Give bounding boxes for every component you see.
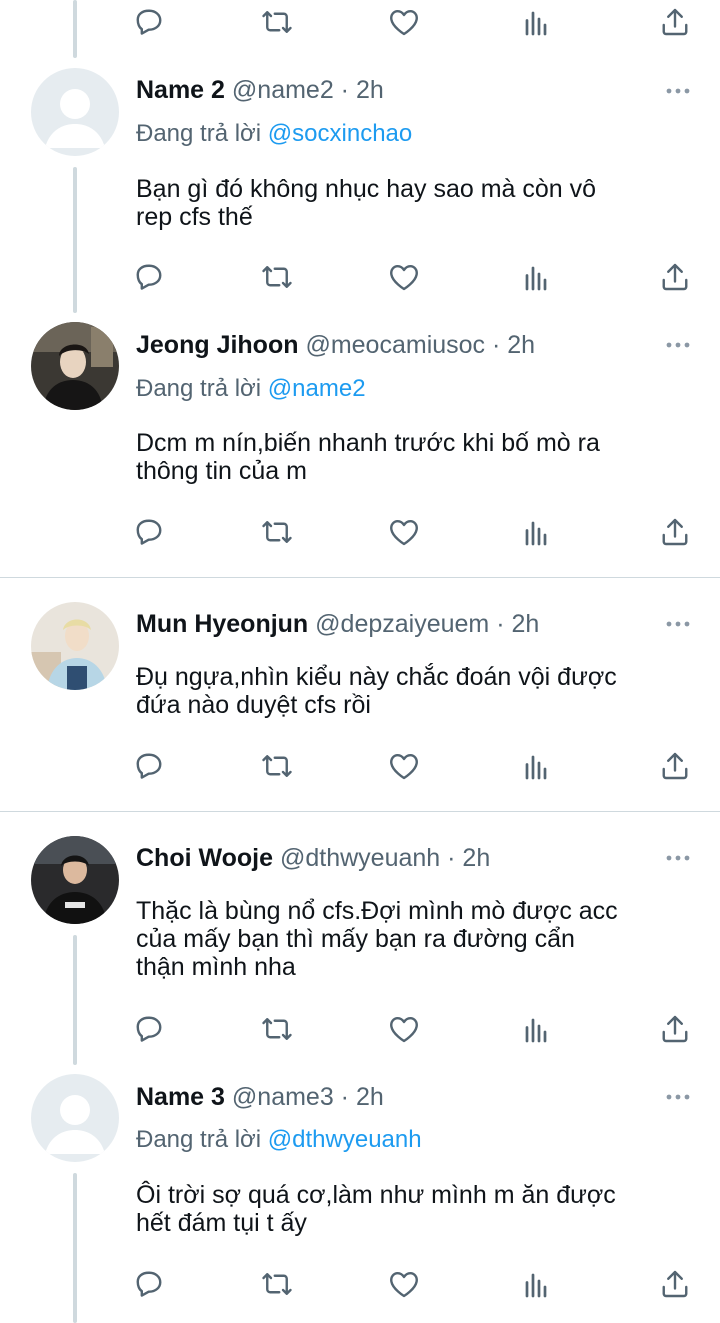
tweet-header: Name 3 @name3 · 2h [136, 1082, 384, 1112]
separator: · [485, 331, 508, 359]
share-icon[interactable] [657, 1266, 693, 1302]
tweet-text: Dcm m nín,biến nhanh trước khi bố mò ra … [136, 429, 600, 485]
tweet-actions [0, 748, 720, 784]
replying-to: Đang trả lời @dthwyeuanh [136, 1125, 422, 1155]
avatar[interactable] [31, 68, 119, 156]
like-icon[interactable] [386, 748, 422, 784]
share-icon[interactable] [657, 259, 693, 295]
tweet-text: Ôi trời sợ quá cơ,làm như mình m ăn được… [136, 1181, 616, 1237]
timestamp[interactable]: 2h [507, 331, 535, 359]
retweet-icon[interactable] [259, 748, 295, 784]
tweet-header: Jeong Jihoon @meocamiusoc · 2h [136, 330, 535, 360]
tweet-header: Name 2 @name2 · 2h [136, 75, 384, 105]
display-name[interactable]: Name 2 [136, 76, 225, 104]
reply-icon[interactable] [131, 514, 167, 550]
separator: · [489, 610, 512, 638]
tweet-header: Mun Hyeonjun @depzaiyeuem · 2h [136, 609, 539, 639]
tweet-actions [0, 1011, 720, 1047]
default-avatar-icon [31, 1074, 119, 1162]
tweet-actions [0, 4, 720, 40]
user-handle[interactable]: @dthwyeuanh [280, 844, 440, 872]
like-icon[interactable] [386, 4, 422, 40]
retweet-icon[interactable] [259, 1011, 295, 1047]
share-icon[interactable] [657, 1011, 693, 1047]
tweet-text: Bạn gì đó không nhục hay sao mà còn vô r… [136, 175, 597, 231]
mention-link[interactable]: @dthwyeuanh [268, 1126, 422, 1153]
avatar[interactable] [31, 322, 119, 410]
analytics-icon[interactable] [518, 748, 554, 784]
timestamp[interactable]: 2h [511, 610, 539, 638]
analytics-icon[interactable] [518, 4, 554, 40]
user-handle[interactable]: @meocamiusoc [305, 331, 485, 359]
replying-to-label: Đang trả lời [136, 1126, 268, 1153]
share-icon[interactable] [657, 748, 693, 784]
tweet-actions [0, 1266, 720, 1302]
profile-photo [31, 836, 119, 924]
analytics-icon[interactable] [518, 259, 554, 295]
timestamp[interactable]: 2h [356, 1083, 384, 1111]
like-icon[interactable] [386, 1011, 422, 1047]
retweet-icon[interactable] [259, 514, 295, 550]
tweet-text: Thặc là bùng nổ cfs.Đợi mình mò được acc… [136, 897, 618, 981]
replying-to: Đang trả lời @name2 [136, 374, 366, 404]
retweet-icon[interactable] [259, 1266, 295, 1302]
more-options-icon[interactable] [664, 1092, 692, 1102]
display-name[interactable]: Name 3 [136, 1083, 225, 1111]
display-name[interactable]: Jeong Jihoon [136, 331, 299, 359]
avatar[interactable] [31, 836, 119, 924]
profile-photo [31, 602, 119, 690]
replying-to: Đang trả lời @socxinchao [136, 119, 412, 149]
tweet-text: Đụ ngựa,nhìn kiểu này chắc đoán vội được… [136, 663, 617, 719]
separator: · [333, 76, 356, 104]
mention-link[interactable]: @name2 [268, 375, 366, 402]
more-options-icon[interactable] [664, 340, 692, 350]
tweet-header: Choi Wooje @dthwyeuanh · 2h [136, 843, 490, 873]
reply-icon[interactable] [131, 259, 167, 295]
separator: · [333, 1083, 356, 1111]
like-icon[interactable] [386, 259, 422, 295]
divider [0, 577, 720, 578]
timestamp[interactable]: 2h [356, 76, 384, 104]
reply-icon[interactable] [131, 1011, 167, 1047]
more-options-icon[interactable] [664, 619, 692, 629]
share-icon[interactable] [657, 4, 693, 40]
display-name[interactable]: Choi Wooje [136, 844, 273, 872]
more-options-icon[interactable] [664, 853, 692, 863]
like-icon[interactable] [386, 1266, 422, 1302]
analytics-icon[interactable] [518, 1011, 554, 1047]
analytics-icon[interactable] [518, 1266, 554, 1302]
user-handle[interactable]: @name3 [232, 1083, 334, 1111]
user-handle[interactable]: @name2 [232, 76, 334, 104]
replying-to-label: Đang trả lời [136, 375, 268, 402]
separator: · [440, 844, 463, 872]
tweet-actions [0, 514, 720, 550]
retweet-icon[interactable] [259, 4, 295, 40]
reply-icon[interactable] [131, 4, 167, 40]
timestamp[interactable]: 2h [462, 844, 490, 872]
share-icon[interactable] [657, 514, 693, 550]
divider [0, 811, 720, 812]
more-options-icon[interactable] [664, 86, 692, 96]
tweet-actions [0, 259, 720, 295]
mention-link[interactable]: @socxinchao [268, 120, 412, 147]
display-name[interactable]: Mun Hyeonjun [136, 610, 308, 638]
analytics-icon[interactable] [518, 514, 554, 550]
reply-icon[interactable] [131, 748, 167, 784]
retweet-icon[interactable] [259, 259, 295, 295]
reply-icon[interactable] [131, 1266, 167, 1302]
replying-to-label: Đang trả lời [136, 120, 268, 147]
avatar[interactable] [31, 1074, 119, 1162]
default-avatar-icon [31, 68, 119, 156]
user-handle[interactable]: @depzaiyeuem [315, 610, 489, 638]
avatar[interactable] [31, 602, 119, 690]
profile-photo [31, 322, 119, 410]
like-icon[interactable] [386, 514, 422, 550]
